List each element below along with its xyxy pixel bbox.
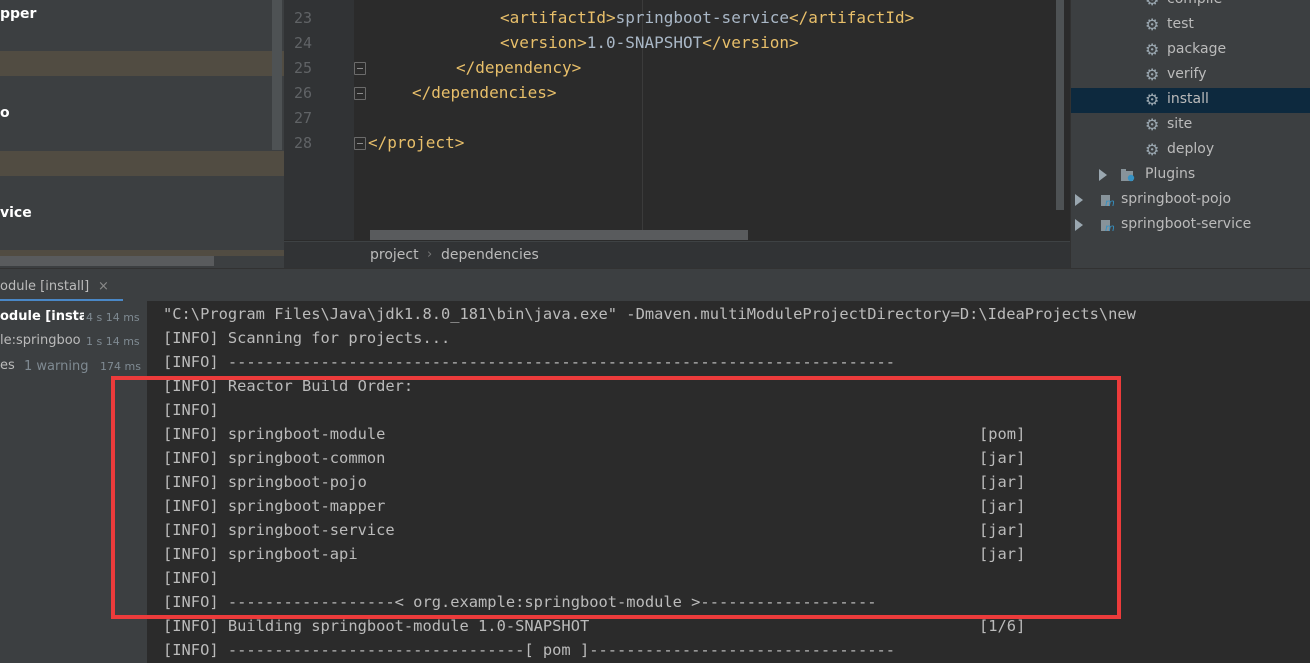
project-tree-row-highlight[interactable] <box>0 51 284 76</box>
warning-count: 1 warning <box>24 359 89 374</box>
console-line: [INFO] --------------------------------[… <box>163 641 896 659</box>
maven-tool-window: ⚙ compile ⚙ test ⚙ package ⚙ verify ⚙ in… <box>1070 0 1310 268</box>
maven-module-springboot-pojo[interactable]: m springboot-pojo <box>1071 188 1310 213</box>
lifecycle-label: test <box>1167 16 1194 32</box>
console-line: [INFO] ---------------------------------… <box>163 353 896 371</box>
build-progress-label: [1/6] <box>979 617 1026 635</box>
maven-lifecycle-install[interactable]: ⚙ install <box>1071 88 1310 113</box>
build-node-label: le:springboo <box>0 333 81 348</box>
plugins-folder-icon <box>1121 169 1135 182</box>
line-number: 23 <box>293 9 312 27</box>
code-line-26: </dependencies> <box>412 83 557 102</box>
close-icon[interactable]: × <box>98 279 109 294</box>
expand-arrow-icon[interactable] <box>1075 194 1083 206</box>
editor-gutter: 23 24 25 26 27 28 <box>284 0 354 240</box>
project-panel: pper o vice <box>0 0 284 268</box>
lifecycle-label: compile <box>1167 0 1222 7</box>
gear-icon: ⚙ <box>1145 65 1160 84</box>
code-line-23: <artifactId>springboot-service</artifact… <box>500 8 914 27</box>
module-label: springboot-pojo <box>1121 191 1232 207</box>
expand-arrow-icon[interactable] <box>1075 219 1083 231</box>
expand-arrow-icon[interactable] <box>1099 169 1107 181</box>
maven-lifecycle-compile[interactable]: ⚙ compile <box>1071 0 1310 13</box>
lifecycle-label: package <box>1167 41 1227 57</box>
line-number: 27 <box>293 109 312 127</box>
maven-module-icon: m <box>1101 195 1115 207</box>
lifecycle-label: site <box>1167 116 1193 132</box>
lifecycle-label: install <box>1167 91 1209 107</box>
maven-module-icon: m <box>1101 220 1115 232</box>
maven-lifecycle-test[interactable]: ⚙ test <box>1071 13 1310 38</box>
lifecycle-label: deploy <box>1167 141 1215 157</box>
lifecycle-label: verify <box>1167 66 1207 82</box>
module-label: springboot-service <box>1121 216 1252 232</box>
build-tree-row[interactable]: odule [insta 4 s 14 ms <box>0 307 147 331</box>
svg-text:m: m <box>1105 223 1115 232</box>
maven-module-springboot-service[interactable]: m springboot-service <box>1071 213 1310 238</box>
editor-horizontal-scrollbar[interactable] <box>370 230 748 240</box>
maven-lifecycle-package[interactable]: ⚙ package <box>1071 38 1310 63</box>
build-node-label: es <box>0 358 15 373</box>
xml-tag: </version> <box>702 33 799 52</box>
breadcrumb: project › dependencies <box>284 241 1070 269</box>
breadcrumb-item-project[interactable]: project <box>370 247 419 263</box>
build-time: 1 s 14 ms <box>86 335 140 348</box>
line-number: 26 <box>293 84 312 102</box>
breadcrumb-separator-icon: › <box>427 247 433 262</box>
project-tree-item[interactable]: vice <box>0 205 32 221</box>
console-line: [INFO] Scanning for projects... <box>163 329 451 347</box>
xml-tag: </artifactId> <box>788 8 915 27</box>
console-line: "C:\Program Files\Java\jdk1.8.0_181\bin\… <box>163 305 1136 323</box>
line-number: 25 <box>293 59 312 77</box>
project-panel-vertical-scrollbar[interactable] <box>272 0 282 150</box>
xml-text: springboot-service <box>615 8 789 27</box>
gear-icon: ⚙ <box>1145 40 1160 59</box>
build-tree-row[interactable]: le:springboo 1 s 14 ms <box>0 331 147 355</box>
svg-text:m: m <box>1105 198 1115 207</box>
gear-icon: ⚙ <box>1145 140 1160 159</box>
xml-tag: </project> <box>368 133 465 152</box>
gear-icon: ⚙ <box>1145 115 1160 134</box>
project-tree-item[interactable]: pper <box>0 6 36 22</box>
fold-marker-icon[interactable] <box>354 87 366 100</box>
code-line-24: <version>1.0-SNAPSHOT</version> <box>500 33 799 52</box>
line-number: 28 <box>293 134 312 152</box>
maven-lifecycle-site[interactable]: ⚙ site <box>1071 113 1310 138</box>
xml-tag: </dependencies> <box>412 83 557 102</box>
gear-icon: ⚙ <box>1145 90 1160 109</box>
fold-marker-icon[interactable] <box>354 137 366 150</box>
editor-vertical-scrollbar[interactable] <box>1056 0 1064 210</box>
gear-icon: ⚙ <box>1145 15 1160 34</box>
maven-plugins-node[interactable]: Plugins <box>1071 163 1310 188</box>
console-line: [INFO] Building springboot-module 1.0-SN… <box>163 617 590 635</box>
run-tab-label[interactable]: odule [install] <box>0 279 89 294</box>
build-time: 4 s 14 ms <box>86 311 140 324</box>
plugins-label: Plugins <box>1145 166 1196 182</box>
code-line-25: </dependency> <box>456 58 581 77</box>
build-time: 174 ms <box>100 360 141 373</box>
project-panel-horizontal-scrollbar[interactable] <box>0 256 214 266</box>
xml-tag: </dependency> <box>456 58 582 77</box>
run-tool-window-header: odule [install] × <box>0 268 1310 302</box>
breadcrumb-item-dependencies[interactable]: dependencies <box>441 247 539 263</box>
code-editor[interactable]: 23 24 25 26 27 28 <artifactId>springboot… <box>284 0 1070 269</box>
build-node-label: odule [insta <box>0 309 84 324</box>
code-line-28: </project> <box>368 133 464 152</box>
maven-lifecycle-verify[interactable]: ⚙ verify <box>1071 63 1310 88</box>
xml-tag: <version> <box>500 33 587 52</box>
fold-marker-icon[interactable] <box>354 62 366 75</box>
highlight-annotation-box <box>111 376 1121 619</box>
maven-lifecycle-deploy[interactable]: ⚙ deploy <box>1071 138 1310 163</box>
gear-icon: ⚙ <box>1145 0 1159 8</box>
project-tree-row-highlight[interactable] <box>0 151 284 176</box>
xml-text: 1.0-SNAPSHOT <box>586 33 703 52</box>
xml-tag: <artifactId> <box>500 8 616 27</box>
line-number: 24 <box>293 34 312 52</box>
project-tree-item[interactable]: o <box>0 105 10 121</box>
